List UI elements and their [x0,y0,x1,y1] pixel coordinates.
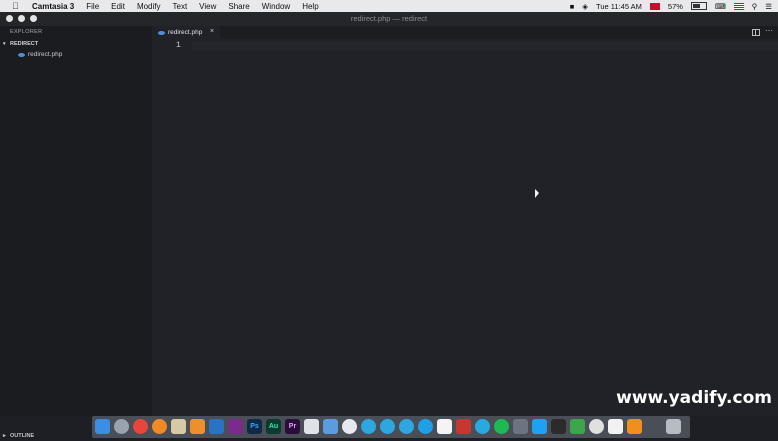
status-area: ■ ◈ Tue 11:45 AM 57% ⌨ ⚲ ☰ [570,0,772,12]
wifi-icon[interactable] [589,419,604,434]
vlc-icon[interactable] [627,419,642,434]
vscode-icon[interactable] [209,419,224,434]
mac-menubar:  Camtasia 3 File Edit Modify Text View … [0,0,778,12]
dreamweaver-icon[interactable] [228,419,243,434]
clock[interactable]: Tue 11:45 AM [596,2,642,11]
textedit-icon[interactable] [608,419,623,434]
audition-icon[interactable]: Au [266,419,281,434]
terminal-icon[interactable] [551,419,566,434]
explorer-title: EXPLORER [10,29,43,35]
menu-modify[interactable]: Modify [137,2,161,11]
mouse-pointer-icon [535,189,539,198]
flag-icon[interactable] [649,2,660,10]
menu-share[interactable]: Share [228,2,249,11]
notifications-icon[interactable]: ■ [570,2,575,11]
filezilla-icon[interactable] [456,419,471,434]
paw-icon[interactable] [304,419,319,434]
input-source-icon[interactable] [733,2,744,10]
menu-view[interactable]: View [199,2,216,11]
chrome-icon[interactable] [133,419,148,434]
file-item-redirect-php[interactable]: redirect.php [0,51,152,60]
split-editor-icon[interactable] [752,29,760,36]
window-titlebar: redirect.php — redirect [0,12,778,26]
telegram-icon[interactable] [361,419,376,434]
trash-icon[interactable] [666,419,681,434]
watermark: www.yadify.com [616,388,772,408]
finder-icon[interactable] [95,419,110,434]
apple-icon[interactable]:  [12,1,22,11]
explorer-sidebar: EXPLORER ▾ REDIRECT redirect.php ▸ OUTLI… [0,26,152,439]
php-file-icon [18,53,25,57]
menu-app-name[interactable]: Camtasia 3 [32,2,74,11]
steam-icon[interactable] [513,419,528,434]
tab-redirect-php[interactable]: redirect.php × [152,26,220,39]
battery-percent[interactable]: 57% [668,2,683,11]
premiere-icon[interactable]: Pr [285,419,300,434]
launchpad-icon[interactable] [114,419,129,434]
camtasia-icon[interactable] [570,419,585,434]
mac-dock: Ps Au Pr [92,416,690,438]
firefox-icon[interactable] [152,419,167,434]
menu-file[interactable]: File [86,2,99,11]
menu-list-icon[interactable]: ☰ [765,2,772,11]
telegram-3-icon[interactable] [399,419,414,434]
menu-help[interactable]: Help [302,2,318,11]
outline-label: OUTLINE [10,433,35,439]
preview-icon[interactable] [323,419,338,434]
telegram-alt-icon[interactable] [380,419,395,434]
edge-icon[interactable] [475,419,490,434]
php-file-icon [158,31,165,35]
tab-label: redirect.php [168,29,203,36]
folder-redirect[interactable]: ▾ REDIRECT [0,41,152,49]
current-line-highlight [192,41,778,51]
folder-label: REDIRECT [10,41,39,47]
menu-edit[interactable]: Edit [111,2,125,11]
file-name: redirect.php [28,51,63,58]
photoshop-icon[interactable]: Ps [247,419,262,434]
editor-area[interactable]: redirect.php × ⋯ 1 [152,26,778,416]
skype-icon[interactable] [418,419,433,434]
menu-text[interactable]: Text [173,2,188,11]
calendar-icon[interactable] [437,419,452,434]
battery-icon[interactable] [690,2,707,10]
search-icon[interactable]: ⚲ [752,2,758,11]
chevron-right-icon: ▸ [3,433,6,439]
more-actions-icon[interactable]: ⋯ [765,26,773,35]
sublime-icon[interactable] [190,419,205,434]
close-icon[interactable]: × [210,28,214,35]
wifi-icon[interactable]: ◈ [582,2,588,11]
notes-icon[interactable] [171,419,186,434]
twitter-icon[interactable] [532,419,547,434]
spotify-icon[interactable] [494,419,509,434]
line-number: 1 [176,41,181,50]
keyboard-icon[interactable]: ⌨ [715,2,726,11]
itunes-icon[interactable] [342,419,357,434]
chevron-down-icon: ▾ [3,41,6,47]
menu-window[interactable]: Window [262,2,290,11]
tab-bar: redirect.php × ⋯ [152,26,778,39]
window-title: redirect.php — redirect [350,14,428,23]
